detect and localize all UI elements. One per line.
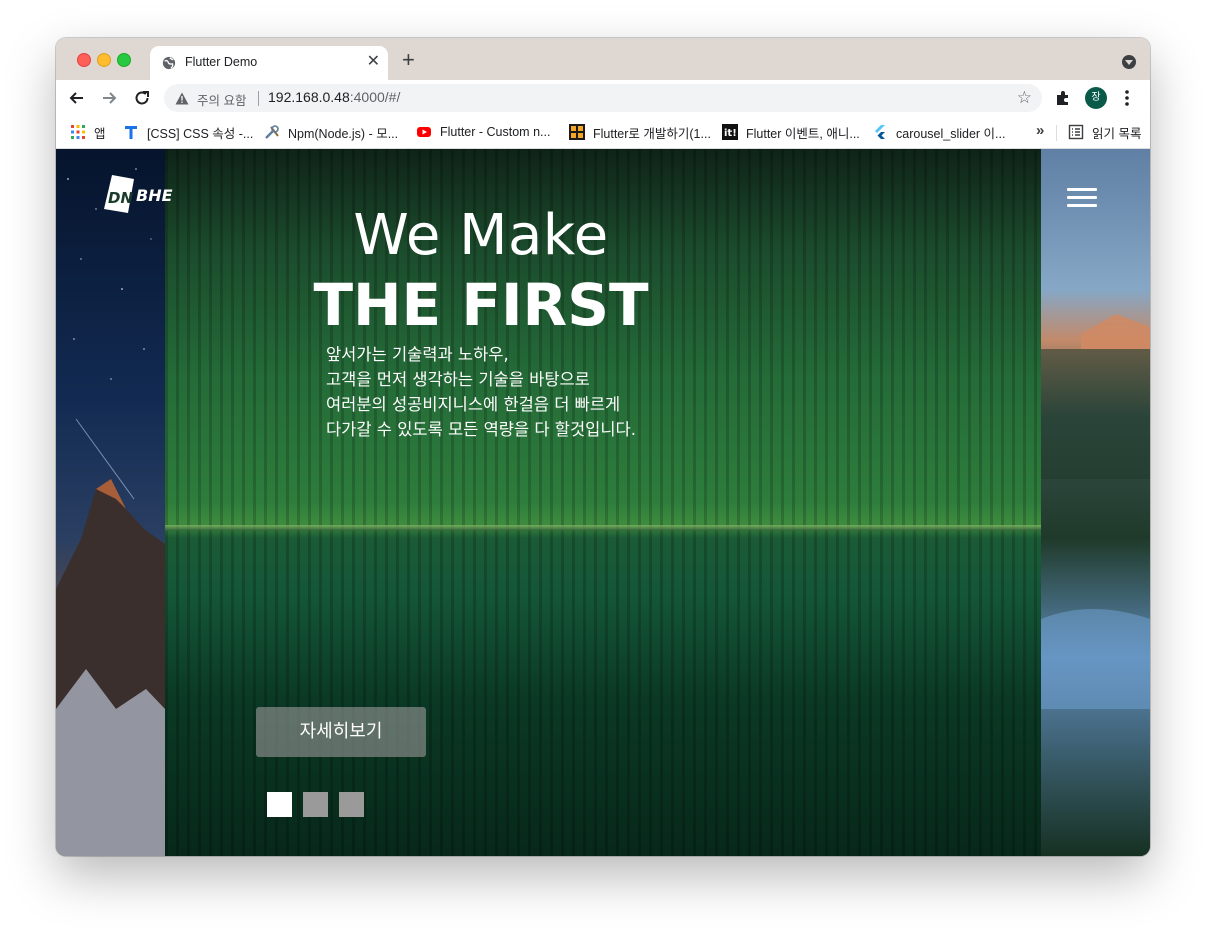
tools-icon xyxy=(265,125,279,139)
flutter-icon xyxy=(875,125,885,139)
tab-search-icon[interactable] xyxy=(1122,55,1136,69)
svg-text:it!: it! xyxy=(724,128,737,139)
hero-description-line: 여러분의 성공비지니스에 한걸음 더 빠르게 xyxy=(326,395,621,414)
tab-flutter-demo[interactable]: Flutter Demo ✕ xyxy=(150,46,388,80)
bookmark-label: Npm(Node.js) - 모... xyxy=(288,126,399,141)
bookmark-label: Flutter - Custom n... xyxy=(440,125,551,139)
bookmark-apps[interactable]: 앱 xyxy=(70,123,106,141)
bookmark-label: 앱 xyxy=(94,126,106,141)
bookmark-npm[interactable]: Npm(Node.js) - 모... xyxy=(264,123,398,141)
bookmark-star-icon[interactable]: ☆ xyxy=(1017,89,1032,107)
warning-triangle-icon[interactable] xyxy=(175,92,189,105)
profile-avatar[interactable]: 장 xyxy=(1085,87,1107,109)
forward-arrow-icon[interactable] xyxy=(99,88,119,108)
hero-description-line: 고객을 먼저 생각하는 기술을 바탕으로 xyxy=(326,370,590,389)
new-tab-button[interactable]: + xyxy=(402,49,415,71)
hamburger-menu-icon[interactable] xyxy=(1067,188,1097,208)
close-window-button[interactable] xyxy=(77,53,91,67)
carousel-dot-2[interactable] xyxy=(303,792,328,817)
youtube-icon xyxy=(417,127,431,137)
bookmark-carousel-slider[interactable]: carousel_slider 이... xyxy=(872,123,1005,141)
tab-strip: Flutter Demo ✕ + xyxy=(56,38,1150,80)
security-status-label[interactable]: 주의 요함 xyxy=(197,90,246,109)
hero-description: 앞서가는 기술력과 노하우, 고객을 먼저 생각하는 기술을 바탕으로 여러분의… xyxy=(326,342,636,442)
extensions-puzzle-icon[interactable] xyxy=(1054,89,1072,107)
omnibox-divider xyxy=(258,91,259,106)
t-letter-icon xyxy=(125,126,137,139)
bookmarks-bar: 앱 [CSS] CSS 속성 -... Npm(Node.js) - 모... … xyxy=(56,116,1150,149)
orange-grid-icon xyxy=(569,124,585,140)
zoom-window-button[interactable] xyxy=(117,53,131,67)
apps-grid-icon xyxy=(71,125,85,139)
url-path: :4000/#/ xyxy=(349,89,401,105)
url-host: 192.168.0.48 xyxy=(268,89,350,105)
hero-title-line2: THE FIRST xyxy=(313,271,649,339)
browser-window: Flutter Demo ✕ + 주의 요함 192.168.0.48:4000… xyxy=(56,38,1150,856)
back-arrow-icon[interactable] xyxy=(67,88,87,108)
page-viewport: DN BHE We Make THE FIRST 앞서가는 기술력과 노하우, … xyxy=(56,149,1150,856)
shoreline xyxy=(165,525,1041,531)
reload-icon[interactable] xyxy=(132,88,152,108)
hero-description-line: 다가갈 수 있도록 모든 역량을 다 할것입니다. xyxy=(326,420,636,439)
tab-title: Flutter Demo xyxy=(185,55,258,69)
bookmark-css[interactable]: [CSS] CSS 속성 -... xyxy=(123,123,253,141)
hero-title-line1: We Make xyxy=(353,203,609,268)
address-bar[interactable]: 주의 요함 192.168.0.48:4000/#/ ☆ xyxy=(164,84,1042,112)
reading-list-icon xyxy=(1068,124,1084,140)
it-badge-icon: it! xyxy=(722,124,738,140)
globe-icon xyxy=(162,56,176,70)
bookmarks-divider xyxy=(1056,125,1057,141)
browser-toolbar: 주의 요함 192.168.0.48:4000/#/ ☆ 장 xyxy=(56,80,1150,116)
more-bookmarks-button[interactable]: » xyxy=(1036,122,1044,139)
lake-mountain-image xyxy=(1041,314,1150,709)
url-text[interactable]: 192.168.0.48:4000/#/ xyxy=(268,89,400,105)
reading-list-label: 읽기 목록 xyxy=(1092,126,1142,141)
hero-description-line: 앞서가는 기술력과 노하우, xyxy=(326,345,509,364)
bookmark-label: [CSS] CSS 속성 -... xyxy=(147,126,254,141)
bookmark-flutter-dev[interactable]: Flutter로 개발하기(1... xyxy=(569,123,711,141)
close-tab-icon[interactable]: ✕ xyxy=(367,53,380,71)
browser-menu-icon[interactable] xyxy=(1124,88,1130,108)
bookmark-flutter-custom[interactable]: Flutter - Custom n... xyxy=(416,123,550,141)
bookmark-label: Flutter 이벤트, 애니... xyxy=(746,126,860,141)
carousel-dot-1[interactable] xyxy=(267,792,292,817)
carousel-dot-3[interactable] xyxy=(339,792,364,817)
bookmark-flutter-events[interactable]: it! Flutter 이벤트, 애니... xyxy=(722,123,860,141)
reading-list-button[interactable]: 읽기 목록 xyxy=(1068,123,1141,141)
next-slide-image[interactable] xyxy=(1041,149,1150,856)
bookmark-label: carousel_slider 이... xyxy=(896,126,1006,141)
view-details-button[interactable]: 자세히보기 xyxy=(256,707,426,757)
bookmark-label: Flutter로 개발하기(1... xyxy=(593,126,711,141)
minimize-window-button[interactable] xyxy=(97,53,111,67)
